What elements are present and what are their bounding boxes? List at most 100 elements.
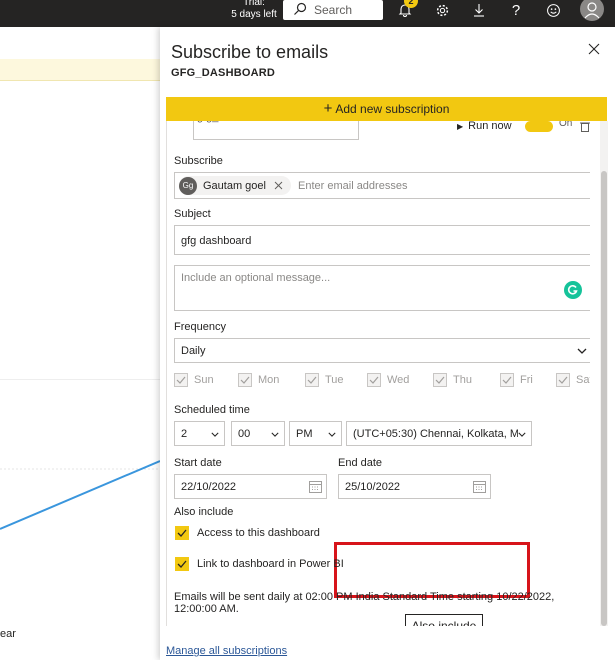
search-placeholder: Search: [314, 3, 353, 17]
subscription-toggle[interactable]: [525, 121, 553, 132]
recipient-avatar: Gg: [179, 176, 197, 195]
toggle-state-label: On: [559, 121, 573, 129]
trial-label: Trial:: [243, 0, 265, 8]
timezone-value: (UTC+05:30) Chennai, Kolkata, Mu: [353, 427, 518, 440]
checkbox-icon: [174, 373, 188, 387]
run-now-button[interactable]: ▶ Run now: [457, 121, 512, 132]
top-bar: Trial: 5 days left Search 2 ?: [0, 0, 615, 27]
panel-scrollbar[interactable]: [600, 121, 608, 626]
panel-subtitle: GFG_DASHBOARD: [171, 67, 276, 79]
day-label: Sun: [194, 374, 214, 386]
day-label: Sat: [576, 374, 590, 386]
subscription-name-field[interactable]: gfg_dashboard: [193, 121, 359, 140]
subscribe-panel: Subscribe to emails GFG_DASHBOARD + Add n…: [160, 27, 615, 660]
help-icon[interactable]: ?: [504, 0, 528, 20]
checkbox-icon: [305, 373, 319, 387]
recipient-name: Gautam goel: [203, 179, 266, 192]
report-canvas: ear: [0, 27, 160, 660]
search-icon: [294, 2, 307, 15]
info-banner: [0, 59, 160, 81]
chevron-down-icon: [518, 428, 526, 440]
ampm-value: PM: [296, 427, 313, 440]
close-icon[interactable]: [588, 43, 600, 55]
hour-select[interactable]: 2: [174, 421, 225, 446]
subject-value: gfg dashboard: [181, 235, 252, 247]
end-date-highlight: [334, 542, 530, 598]
checkmark-icon: [175, 557, 189, 571]
chevron-down-icon: [211, 428, 219, 440]
day-checkbox-thu[interactable]: Thu: [433, 373, 472, 387]
chevron-down-icon: [328, 428, 336, 440]
subscribe-label: Subscribe: [174, 155, 223, 167]
timezone-select[interactable]: (UTC+05:30) Chennai, Kolkata, Mu: [346, 421, 532, 446]
divider: [0, 379, 160, 380]
checkbox-icon: [367, 373, 381, 387]
day-label: Wed: [387, 374, 410, 386]
plus-icon: +: [323, 100, 333, 117]
panel-title: Subscribe to emails: [171, 42, 329, 62]
start-date-value: 22/10/2022: [181, 481, 237, 493]
trial-status[interactable]: Trial: 5 days left: [228, 0, 280, 21]
scrollbar-thumb[interactable]: [601, 171, 607, 626]
checkbox-icon: [556, 373, 570, 387]
ampm-select[interactable]: PM: [289, 421, 342, 446]
delete-icon[interactable]: [580, 121, 590, 135]
trial-days-left: 5 days left: [231, 9, 277, 20]
start-date-input[interactable]: 22/10/2022: [174, 474, 327, 499]
play-icon: ▶: [457, 121, 464, 131]
day-checkbox-mon[interactable]: Mon: [238, 373, 279, 387]
email-input-placeholder: Enter email addresses: [298, 180, 408, 192]
run-now-label: Run now: [468, 121, 512, 132]
frequency-label: Frequency: [174, 321, 226, 333]
also-include-tooltip: Also include: [405, 614, 483, 626]
scheduled-time-label: Scheduled time: [174, 404, 250, 416]
also-include-label: Also include: [174, 506, 234, 518]
schedule-summary: Emails will be sent daily at 02:00 PM In…: [174, 591, 555, 615]
day-checkbox-sun[interactable]: Sun: [174, 373, 214, 387]
add-subscription-label: Add new subscription: [335, 102, 450, 116]
day-label: Thu: [453, 374, 472, 386]
calendar-icon[interactable]: [309, 480, 322, 496]
manage-subscriptions-link[interactable]: Manage all subscriptions: [166, 645, 287, 657]
minute-value: 00: [238, 427, 251, 440]
smiley-icon[interactable]: [541, 0, 565, 20]
background-line-chart: [0, 460, 160, 530]
message-placeholder: Include an optional message...: [181, 272, 331, 284]
axis-label: ear: [0, 628, 16, 640]
remove-recipient-icon[interactable]: [274, 179, 283, 193]
message-textarea[interactable]: Include an optional message...: [174, 265, 590, 311]
link-powerbi-checkbox[interactable]: Link to dashboard in Power BI: [175, 557, 344, 571]
checkbox-icon: [500, 373, 514, 387]
day-checkbox-fri[interactable]: Fri: [500, 373, 533, 387]
chevron-down-icon: [577, 345, 587, 357]
add-subscription-button[interactable]: + Add new subscription: [166, 97, 607, 121]
user-avatar[interactable]: [580, 0, 604, 21]
start-date-label: Start date: [174, 457, 222, 469]
minute-select[interactable]: 00: [231, 421, 285, 446]
hour-value: 2: [181, 427, 188, 440]
end-date-label: End date: [338, 457, 383, 469]
subscription-scroll-area[interactable]: gfg_dashboard ▶ Run now On Subscribe Gg G…: [166, 121, 590, 626]
day-checkbox-wed[interactable]: Wed: [367, 373, 409, 387]
recipients-field[interactable]: Gg Gautam goel Enter email addresses: [174, 172, 590, 199]
link-powerbi-label: Link to dashboard in Power BI: [197, 558, 344, 570]
recipient-chip: Gg Gautam goel: [179, 176, 291, 195]
gear-icon[interactable]: [430, 0, 454, 20]
chevron-down-icon: [271, 428, 279, 440]
day-checkbox-sat[interactable]: Sat: [556, 373, 590, 387]
search-box[interactable]: Search: [283, 0, 383, 20]
grammarly-icon[interactable]: [564, 281, 582, 299]
subscription-name-value: gfg_dashboard: [197, 121, 270, 123]
download-icon[interactable]: [467, 0, 491, 20]
day-checkbox-tue[interactable]: Tue: [305, 373, 344, 387]
calendar-icon[interactable]: [473, 480, 486, 496]
day-label: Tue: [325, 374, 344, 386]
subscription-card: gfg_dashboard ▶ Run now On Subscribe Gg G…: [166, 121, 590, 626]
access-dashboard-checkbox[interactable]: Access to this dashboard: [175, 526, 320, 540]
frequency-select[interactable]: Daily: [174, 338, 590, 363]
day-label: Mon: [258, 374, 280, 386]
chart-series-line: [0, 460, 160, 530]
end-date-input[interactable]: 25/10/2022: [338, 474, 491, 499]
subject-label: Subject: [174, 208, 211, 220]
subject-input[interactable]: gfg dashboard: [174, 225, 590, 255]
